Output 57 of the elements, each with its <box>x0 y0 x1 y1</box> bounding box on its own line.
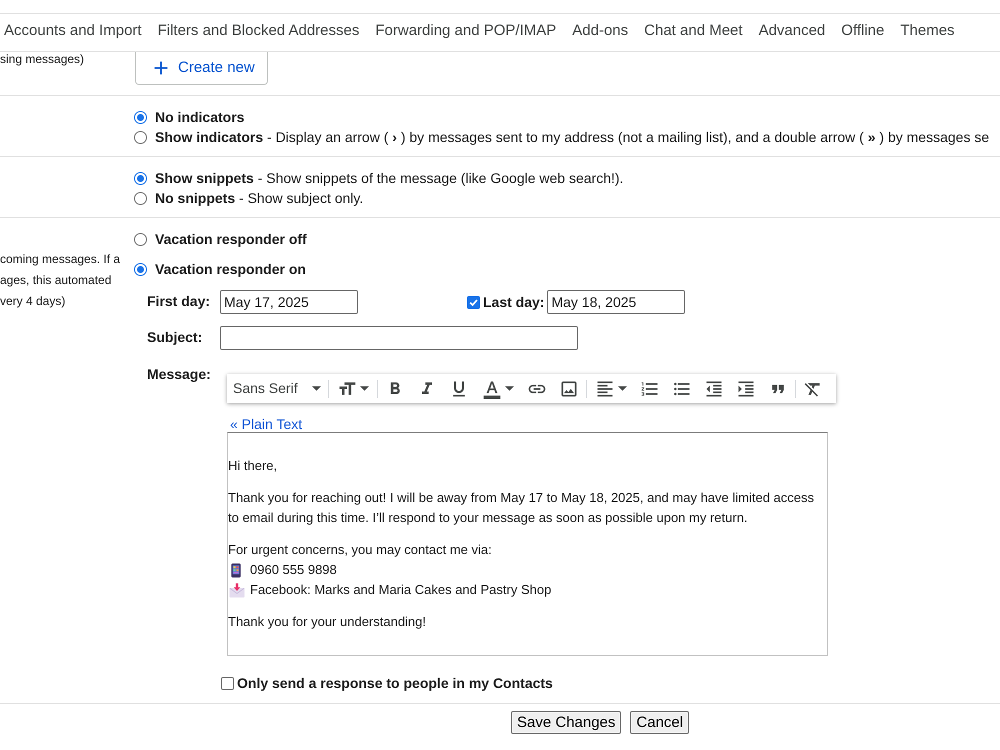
text-color-icon[interactable] <box>482 378 502 398</box>
message-text: Hi there, <box>228 457 278 475</box>
field-label: Subject: <box>147 329 202 345</box>
setting-description: sing messages) <box>0 52 84 66</box>
settings-tab[interactable]: Chat and Meet <box>644 14 743 51</box>
settings-tab[interactable]: Accounts and Import <box>4 14 142 51</box>
radio-button[interactable] <box>134 192 147 204</box>
caret-icon[interactable] <box>360 386 369 391</box>
field-label: Message: <box>147 365 211 384</box>
date-field[interactable]: May 18, 2025 <box>547 290 686 314</box>
caret-icon <box>312 386 321 391</box>
checkbox[interactable] <box>467 296 480 308</box>
setting-description: ages, this automated <box>0 272 112 289</box>
indent-less-icon[interactable] <box>704 378 724 398</box>
mobile-phone-icon <box>230 562 242 578</box>
option-label: Show indicators - Display an arrow ( › ) by messages sent to my address (not a mailing list), and a double arrow ( » ) by messages se <box>155 128 990 147</box>
settings-tab[interactable]: Offline <box>841 14 884 51</box>
option-label: Vacation responder on <box>155 260 306 279</box>
image-icon[interactable] <box>559 378 579 398</box>
option-label: Show snippets - Show snippets of the message (like Google web search!). <box>155 168 624 188</box>
save-button[interactable]: Save Changes <box>511 711 622 734</box>
setting-description: coming messages. If a <box>0 251 120 268</box>
settings-tab[interactable]: Advanced <box>758 14 826 51</box>
checkbox-label: Only send a response to people in my Contacts <box>237 674 553 693</box>
cancel-button[interactable]: Cancel <box>630 711 690 734</box>
phone-number: 0960 555 9898 <box>250 561 337 580</box>
settings-tab[interactable]: Forwarding and POP/IMAP <box>375 14 556 51</box>
option-label: No snippets - Show subject only. <box>155 188 364 208</box>
caret-icon[interactable] <box>618 386 627 391</box>
subject-field[interactable] <box>220 326 578 350</box>
caret-icon[interactable] <box>505 386 514 391</box>
message-editor[interactable] <box>227 432 828 656</box>
date-field[interactable]: May 17, 2025 <box>220 290 358 314</box>
message-text: For urgent concerns, you may contact me via: <box>228 541 492 559</box>
indent-more-icon[interactable] <box>736 378 756 398</box>
option-label: No indicators <box>155 108 244 126</box>
radio-button[interactable] <box>134 262 147 276</box>
settings-tab[interactable]: Filters and Blocked Addresses <box>158 14 360 51</box>
radio-button[interactable] <box>134 130 147 144</box>
message-text: Thank you for your understanding! <box>228 613 426 631</box>
field-label: Last day: <box>483 292 544 312</box>
envelope-arrow-icon <box>229 582 245 598</box>
settings-tab[interactable]: Themes <box>900 14 955 51</box>
message-text: Thank you for reaching out! I will be away from May 17 to May 18, 2025, and may have limited access to email during this time. I’ll respond to your message as soon as possible upon my return. <box>228 489 816 527</box>
radio-button[interactable] <box>134 232 147 246</box>
font-dropdown[interactable]: Sans Serif <box>229 374 327 403</box>
settings-tab[interactable]: Add-ons <box>572 14 628 51</box>
radio-button[interactable] <box>134 172 147 184</box>
setting-description: very 4 days) <box>0 293 66 310</box>
plain-text-link[interactable]: « Plain Text <box>230 416 302 432</box>
option-label: Vacation responder off <box>155 230 307 249</box>
create-new-button[interactable]: Create new <box>135 52 268 85</box>
align-left-icon[interactable] <box>595 378 615 398</box>
message-text: Facebook: Marks and Maria Cakes and Pastry Shop <box>250 581 552 600</box>
field-label: First day: <box>147 293 210 309</box>
radio-button[interactable] <box>134 110 147 124</box>
checkbox[interactable] <box>221 676 234 690</box>
